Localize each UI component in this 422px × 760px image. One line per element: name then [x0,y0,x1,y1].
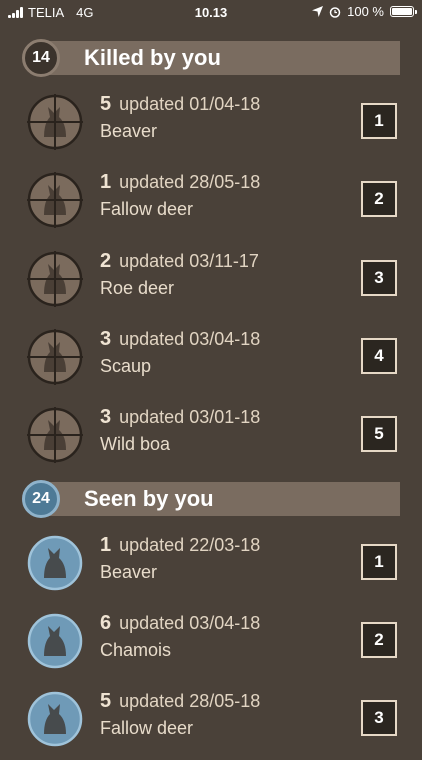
beaver-icon [27,535,83,591]
row-count: 3 [100,406,112,428]
row-species-name: Fallow deer [100,199,194,219]
killed-row[interactable]: 2 updated 03/11-17 Roe deer 3 [0,242,422,320]
killed-count-badge: 14 [22,39,60,77]
rank-badge[interactable]: 2 [361,622,397,658]
status-bar: TELIA 4G 10.13 100 % [0,0,422,26]
row-updated-date: updated 03/01-18 [119,407,261,427]
row-species-name: Wild boa [100,434,171,454]
row-count: 6 [100,612,112,634]
row-updated-date: updated 01/04-18 [119,94,261,114]
row-species-name: Fallow deer [100,718,194,738]
row-header-line: 3 updated 03/04-18 [100,328,260,351]
row-count: 5 [100,93,112,115]
row-species-name: Beaver [100,121,158,141]
row-updated-date: updated 03/04-18 [119,613,261,633]
row-species-name: Scaup [100,356,152,376]
battery-icon [390,6,417,17]
killed-row[interactable]: 1 updated 28/05-18 Fallow deer 2 [0,163,422,241]
row-species-name: Beaver [100,562,158,582]
row-species-name: Roe deer [100,278,175,298]
row-count: 3 [100,328,112,350]
row-count: 1 [100,534,112,556]
row-header-line: 6 updated 03/04-18 [100,612,260,635]
beaver-crosshair-icon [27,94,83,150]
battery-label: 100 % [347,4,384,19]
row-count: 5 [100,690,112,712]
alarm-icon [329,6,341,18]
row-species-name: Chamois [100,640,172,660]
wild-boar-crosshair-icon [27,407,83,463]
seen-row[interactable]: 1 updated 22/03-18 Beaver 1 [0,526,422,604]
killed-section-title: Killed by you [84,45,221,70]
fallow-deer-icon [27,691,83,747]
killed-row[interactable]: 5 updated 01/04-18 Beaver 1 [0,85,422,163]
row-count: 1 [100,171,112,193]
rank-badge[interactable]: 1 [361,103,397,139]
row-updated-date: updated 28/05-18 [119,172,261,192]
killed-row[interactable]: 3 updated 03/04-18 Scaup 4 [0,320,422,398]
row-header-line: 1 updated 28/05-18 [100,171,260,194]
rank-badge[interactable]: 5 [361,416,397,452]
location-icon [312,6,324,17]
row-header-line: 2 updated 03/11-17 [100,250,259,273]
battery-fill [392,8,412,15]
seen-count-badge: 24 [22,480,60,518]
seen-row[interactable]: 6 updated 03/04-18 Chamois 2 [0,604,422,682]
seen-row[interactable]: 5 updated 28/05-18 Fallow deer 3 [0,682,422,760]
rank-badge[interactable]: 3 [361,700,397,736]
scaup-crosshair-icon [27,329,83,385]
rank-badge[interactable]: 3 [361,260,397,296]
rank-badge[interactable]: 4 [361,338,397,374]
chamois-icon [27,613,83,669]
rank-badge[interactable]: 1 [361,544,397,580]
fallow-deer-crosshair-icon [27,172,83,228]
row-updated-date: updated 28/05-18 [119,691,261,711]
seen-section-title: Seen by you [84,486,214,511]
row-header-line: 3 updated 03/01-18 [100,406,260,429]
row-updated-date: updated 22/03-18 [119,535,261,555]
rank-badge[interactable]: 2 [361,181,397,217]
status-right: 100 % [312,4,417,19]
killed-row[interactable]: 3 updated 03/01-18 Wild boa 5 [0,398,422,476]
row-updated-date: updated 03/04-18 [119,329,261,349]
roe-deer-crosshair-icon [27,251,83,307]
row-header-line: 5 updated 28/05-18 [100,690,260,713]
killed-section-header: 14 Killed by you [22,39,400,77]
seen-section-header: 24 Seen by you [22,480,400,518]
row-count: 2 [100,250,112,272]
row-header-line: 5 updated 01/04-18 [100,93,260,116]
row-updated-date: updated 03/11-17 [119,251,259,271]
row-header-line: 1 updated 22/03-18 [100,534,260,557]
